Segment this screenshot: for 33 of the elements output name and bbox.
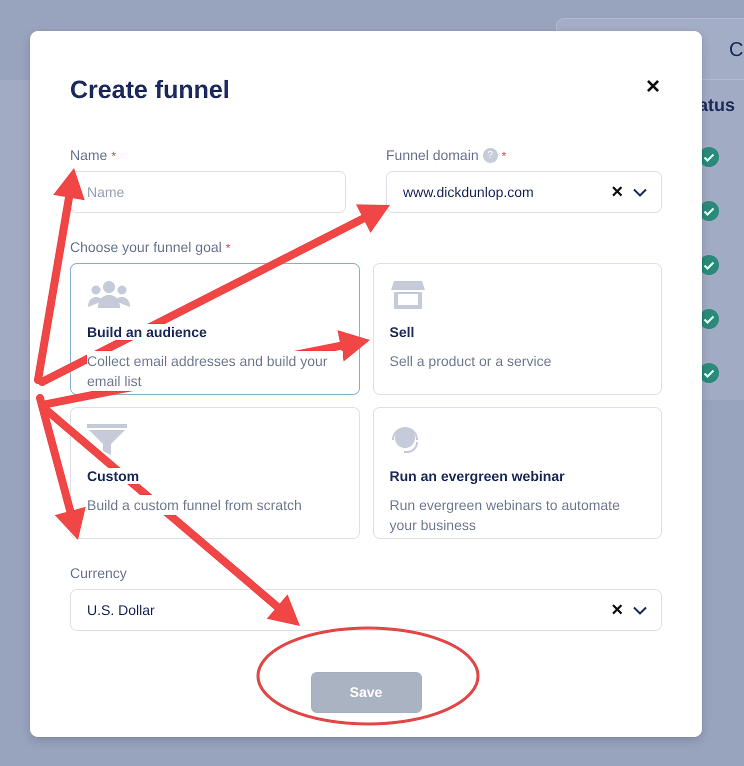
goal-title: Custom bbox=[87, 468, 140, 484]
goal-option-card[interactable]: Run an evergreen webinar Run evergreen webinars to automate your business bbox=[372, 407, 662, 539]
people-icon bbox=[87, 280, 131, 308]
field-label: Choose your funnel goal bbox=[70, 238, 222, 257]
goal-description: Collect email addresses and build your email list bbox=[87, 351, 342, 391]
goal-title: Sell bbox=[390, 324, 414, 340]
goal-description: Build a custom funnel from scratch bbox=[87, 495, 302, 515]
goal-option-card[interactable]: Sell Sell a product or a service bbox=[372, 263, 662, 395]
name-field[interactable]: Name bbox=[70, 171, 346, 213]
required-asterisk: * bbox=[226, 240, 230, 256]
headset-icon bbox=[390, 424, 420, 456]
field-label: Funnel domain bbox=[386, 146, 479, 165]
help-icon: ? bbox=[482, 148, 498, 163]
currency-select[interactable]: U.S. Dollar × bbox=[70, 589, 662, 631]
goal-option-card[interactable]: Custom Build a custom funnel from scratch bbox=[70, 407, 360, 539]
required-asterisk: * bbox=[111, 148, 116, 164]
goal-title: Run an evergreen webinar bbox=[390, 468, 565, 484]
funnel-domain-select[interactable]: www.dickdunlop.com × bbox=[386, 171, 662, 213]
chevron-down-icon[interactable] bbox=[633, 188, 647, 196]
clear-icon: × bbox=[611, 595, 623, 625]
dialog-title: Create funnel bbox=[70, 75, 230, 105]
goal-option-card[interactable]: Build an audience Collect email addresses and build your email list bbox=[70, 263, 360, 395]
chevron-down-icon[interactable] bbox=[633, 606, 647, 614]
select-value: U.S. Dollar bbox=[87, 600, 155, 620]
required-asterisk: * bbox=[502, 148, 506, 164]
close-button[interactable]: × bbox=[644, 75, 662, 99]
funnel-icon bbox=[87, 424, 127, 456]
select-value: www.dickdunlop.com bbox=[403, 182, 534, 202]
goal-title: Build an audience bbox=[87, 324, 207, 340]
clear-icon: × bbox=[611, 177, 623, 207]
field-label: Currency bbox=[70, 564, 127, 583]
field-label: Name bbox=[70, 146, 108, 165]
storefront-icon bbox=[390, 280, 426, 310]
